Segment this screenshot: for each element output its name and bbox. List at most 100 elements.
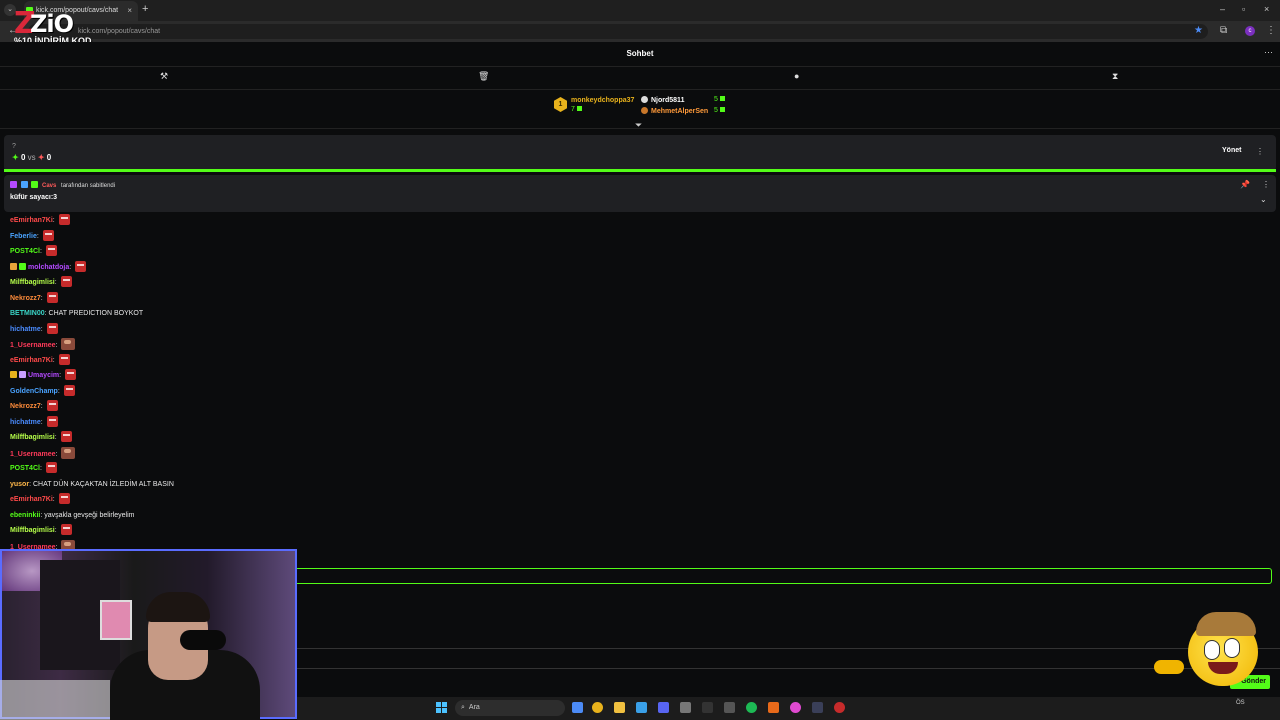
chrome-icon[interactable] [592, 702, 603, 713]
hammer-icon[interactable]: ⚒ [160, 71, 168, 82]
emote-icon[interactable] [61, 446, 76, 459]
leader-first-name[interactable]: monkeydchoppa37 [571, 97, 634, 104]
message-text: CHAT PREDICTION BOYKOT [48, 310, 144, 317]
emote-icon[interactable] [65, 369, 77, 380]
expand-leaderboard-icon[interactable]: ⏷ [635, 120, 642, 131]
new-tab-button[interactable]: + [142, 3, 148, 15]
close-window-button[interactable]: × [1264, 4, 1269, 14]
chat-input[interactable] [294, 568, 1272, 584]
message-text: yavşakla gevşeği belirleyelim [44, 511, 135, 519]
message-username[interactable]: ebeninkii [10, 512, 40, 519]
emote-icon[interactable] [58, 493, 70, 504]
browser-icon[interactable] [790, 702, 801, 713]
mod-toolbar [0, 67, 1280, 90]
chat-message: Milffbagimlisi: [10, 524, 72, 538]
message-username[interactable]: POST4Cl [10, 248, 40, 255]
message-username[interactable]: BETMIN00 [10, 310, 45, 317]
chat-message: eEmirhan7Ki: [10, 214, 70, 228]
emote-icon[interactable] [60, 524, 72, 535]
message-separator: : [57, 387, 62, 395]
user-badge-icon [10, 371, 17, 378]
emote-icon[interactable] [42, 229, 54, 241]
chat-message: POST4Cl: [10, 462, 57, 476]
copilot-icon[interactable] [572, 702, 583, 713]
emote-icon[interactable] [46, 322, 58, 334]
windows-start-icon[interactable] [436, 702, 447, 713]
message-text: CHAT DÜN KAÇAKTAN İZLEDİM ALT BASIN [32, 480, 174, 488]
spotify-icon[interactable] [746, 702, 757, 713]
taskbar-search-label: Ara [468, 704, 480, 711]
message-username[interactable]: Feberlie [10, 233, 37, 240]
prediction-more-icon[interactable]: ⋮ [1256, 147, 1264, 156]
message-username[interactable]: GoldenChamp [10, 388, 58, 395]
webcam-person-hair [146, 592, 210, 622]
chevron-down-icon[interactable]: ⌄ [1260, 195, 1267, 204]
webcam-desk [0, 680, 110, 720]
emote-icon[interactable] [60, 431, 72, 442]
pinned-more-icon[interactable]: ⋮ [1262, 180, 1270, 189]
pinned-by-user[interactable]: Cavs [42, 183, 56, 189]
emote-icon[interactable] [60, 276, 72, 287]
maximize-button[interactable]: ▫ [1242, 4, 1245, 14]
emote-icon[interactable] [46, 291, 58, 303]
message-separator: : [54, 527, 59, 534]
message-username[interactable]: hichatme [10, 326, 41, 333]
taskbar-search[interactable]: ⌕ Ara [455, 700, 565, 716]
message-username[interactable]: eEmirhan7Ki [10, 357, 53, 364]
obs-icon[interactable] [812, 702, 823, 713]
pin-icon[interactable]: 📌 [1240, 180, 1250, 189]
right-score: 0 [46, 153, 52, 162]
emote-icon[interactable] [45, 245, 57, 256]
extensions-icon[interactable]: ⧉ [1220, 25, 1227, 36]
soundcloud-icon[interactable] [768, 702, 779, 713]
app-icon[interactable] [724, 702, 735, 713]
file-explorer-icon[interactable] [614, 702, 625, 713]
chat-options-icon[interactable]: ⋯ [1264, 47, 1273, 58]
message-username[interactable]: POST4Cl [10, 465, 40, 472]
leader-second-name[interactable]: Njord5811 [641, 96, 684, 104]
message-username[interactable]: eEmirhan7Ki [10, 496, 53, 503]
emote-icon[interactable] [58, 353, 70, 365]
edge-icon[interactable] [636, 702, 647, 713]
emote-icon[interactable] [63, 384, 75, 396]
url-input[interactable]: kick.com/popout/cavs/chat [28, 24, 1208, 39]
message-username[interactable]: 1_Usernamee [10, 451, 56, 458]
app-icon[interactable] [680, 702, 691, 713]
message-username[interactable]: Umaycim [28, 372, 59, 379]
emote-icon[interactable] [75, 260, 87, 272]
emote-icon[interactable] [46, 415, 58, 427]
bookmark-star-icon[interactable]: ★ [1194, 25, 1203, 36]
app-icon[interactable] [834, 702, 845, 713]
message-username[interactable]: Milffbagimlisi [10, 527, 55, 534]
message-username[interactable]: Milffbagimlisi [10, 279, 55, 286]
emote-icon[interactable] [58, 214, 70, 225]
message-username[interactable]: Nekrozz7 [10, 403, 41, 410]
message-username[interactable]: Milffbagimlisi [10, 434, 55, 441]
message-username[interactable]: molchatdoja [28, 264, 69, 271]
manage-button[interactable]: Yönet [1222, 147, 1241, 154]
steam-icon[interactable] [702, 702, 713, 713]
message-username[interactable]: Nekrozz7 [10, 295, 41, 302]
emote-icon[interactable] [45, 462, 57, 473]
system-tray-time[interactable]: ÖS [1236, 699, 1245, 707]
browser-menu-icon[interactable]: ⋮ [1266, 25, 1276, 36]
message-username[interactable]: eEmirhan7Ki [10, 217, 53, 224]
chat-message: 1_Usernamee: [10, 338, 76, 352]
message-username[interactable]: hichatme [10, 419, 41, 426]
leader-third-name[interactable]: MehmetAlperSen [641, 107, 708, 115]
trash-icon[interactable]: 🗑 [478, 71, 489, 82]
emote-icon[interactable] [46, 400, 58, 411]
message-username[interactable]: yusor [10, 481, 29, 488]
pinned-text: küfür sayacı:3 [10, 194, 58, 201]
mod-badge-icon [10, 181, 17, 188]
minimize-button[interactable]: – [1220, 4, 1225, 14]
divider [294, 648, 1280, 649]
discord-icon[interactable] [658, 702, 669, 713]
chat-bubble-icon[interactable]: ● [794, 71, 799, 81]
hourglass-icon[interactable]: ⧗ [1112, 71, 1118, 82]
emote-icon[interactable] [61, 338, 76, 350]
chat-message: yusor: CHAT DÜN KAÇAKTAN İZLEDİM ALT BAS… [10, 478, 174, 492]
tab-close-icon[interactable]: × [127, 1, 132, 21]
message-username[interactable]: 1_Usernamee [10, 342, 56, 349]
profile-avatar[interactable]: c [1245, 26, 1255, 36]
